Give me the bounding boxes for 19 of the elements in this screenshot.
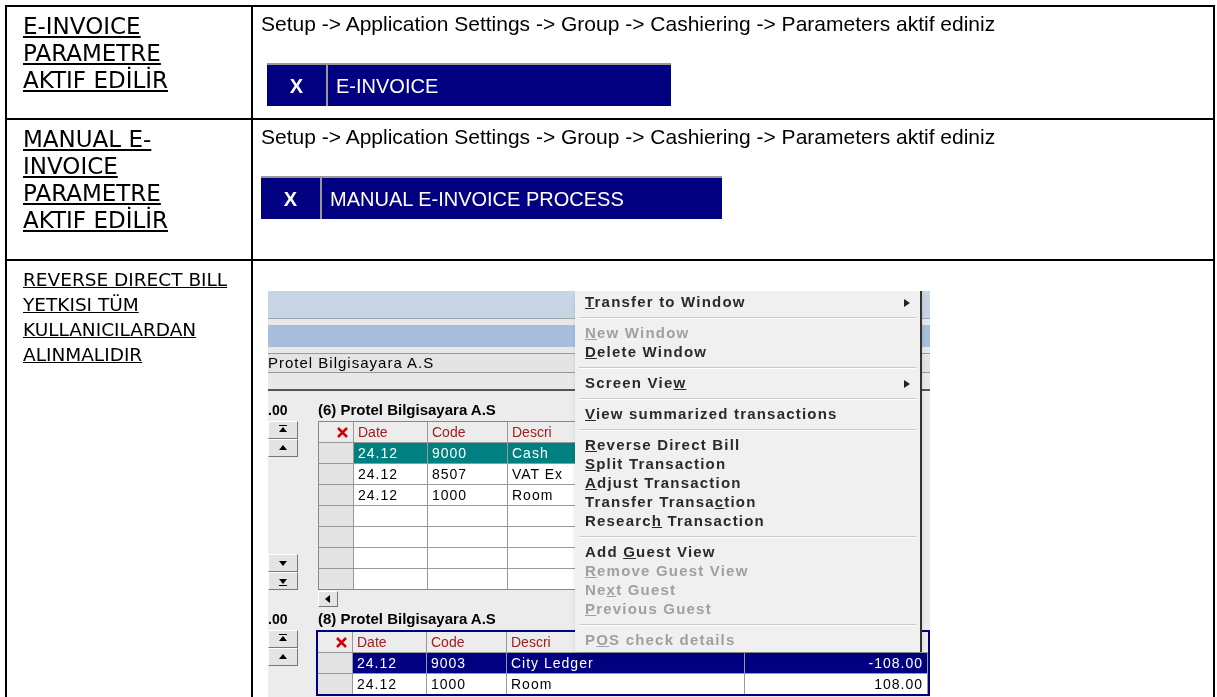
instruction-text: Setup -> Application Settings -> Group -> Cashiering -> Parameters aktif ediniz xyxy=(260,11,997,37)
table-cell: 24.12 xyxy=(353,674,427,694)
table-cell: 24.12 xyxy=(354,485,428,505)
panel-title: (8) Protel Bilgisayara A.S xyxy=(318,608,496,629)
parameter-flag: X xyxy=(261,178,322,219)
parameter-name: E-INVOICE xyxy=(335,73,439,99)
requirement-title: MANUAL E-INVOICE PARAMETRE AKTIF EDİLİR xyxy=(23,126,169,234)
parameter-flag: X xyxy=(267,65,328,106)
panel-title: (6) Protel Bilgisayara A.S xyxy=(318,399,496,420)
table-cell: 1000 xyxy=(427,674,507,694)
balance-text: .00 xyxy=(268,609,289,629)
table-cell: 1000 xyxy=(428,485,508,505)
table-cell: Room xyxy=(507,674,745,694)
balance-text: .00 xyxy=(268,400,289,420)
requirement-title: REVERSE DIRECT BILL YETKISI TÜM KULLANICILARDAN ALINMALIDIR xyxy=(23,268,229,367)
parameter-name: MANUAL E-INVOICE PROCESS xyxy=(329,186,624,212)
requirement-title: E-INVOICE PARAMETRE AKTIF EDİLİR xyxy=(23,13,169,94)
table-cell: 108.00 xyxy=(745,674,928,694)
instruction-text: Setup -> Application Settings -> Group -> Cashiering -> Parameters aktif ediniz xyxy=(260,124,997,150)
